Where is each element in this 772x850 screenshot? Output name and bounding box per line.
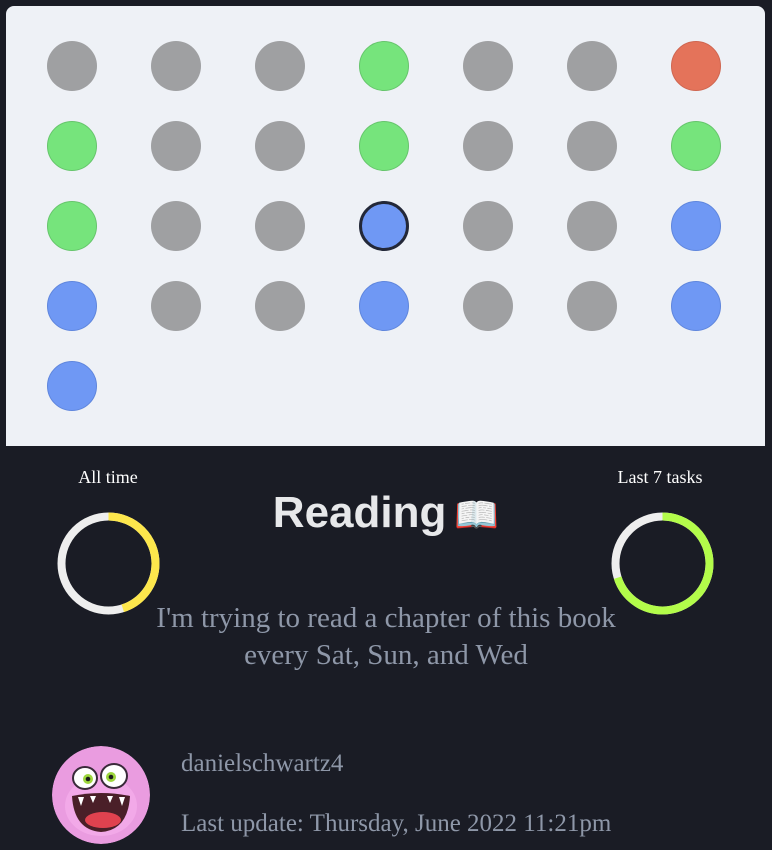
day-dot[interactable] <box>671 41 721 91</box>
day-dot[interactable] <box>47 201 97 251</box>
day-dot[interactable] <box>671 201 721 251</box>
day-dot[interactable] <box>255 41 305 91</box>
day-dot[interactable] <box>255 201 305 251</box>
habit-title: Reading 📖 <box>0 488 772 538</box>
day-dot[interactable] <box>567 41 617 91</box>
day-dot[interactable] <box>359 121 409 171</box>
day-dot[interactable] <box>671 121 721 171</box>
day-dot[interactable] <box>47 361 97 411</box>
day-dot[interactable] <box>47 281 97 331</box>
last-update: Last update: Thursday, June 2022 11:21pm <box>181 810 612 837</box>
day-dot[interactable] <box>463 281 513 331</box>
all-time-label: All time <box>78 467 138 487</box>
day-dot[interactable] <box>671 281 721 331</box>
habit-title-text: Reading <box>272 488 447 537</box>
day-dot[interactable] <box>463 201 513 251</box>
day-dot[interactable] <box>359 201 409 251</box>
username[interactable]: danielschwartz4 <box>181 750 343 778</box>
pink-monster-avatar-icon[interactable] <box>52 746 150 844</box>
habit-grid <box>6 6 765 446</box>
day-dot[interactable] <box>359 41 409 91</box>
day-dot[interactable] <box>255 281 305 331</box>
day-dot[interactable] <box>567 281 617 331</box>
day-dot[interactable] <box>151 41 201 91</box>
day-dot[interactable] <box>151 201 201 251</box>
day-dot[interactable] <box>359 281 409 331</box>
day-dot[interactable] <box>47 41 97 91</box>
day-dot[interactable] <box>255 121 305 171</box>
day-dot[interactable] <box>463 41 513 91</box>
habit-description: I'm trying to read a chapter of this boo… <box>156 602 616 671</box>
day-dot[interactable] <box>567 201 617 251</box>
day-dot[interactable] <box>151 281 201 331</box>
book-icon: 📖 <box>454 494 500 535</box>
day-dot[interactable] <box>47 121 97 171</box>
day-dot[interactable] <box>151 121 201 171</box>
day-dot[interactable] <box>463 121 513 171</box>
day-dot[interactable] <box>567 121 617 171</box>
last-7-tasks-label: Last 7 tasks <box>617 467 703 487</box>
